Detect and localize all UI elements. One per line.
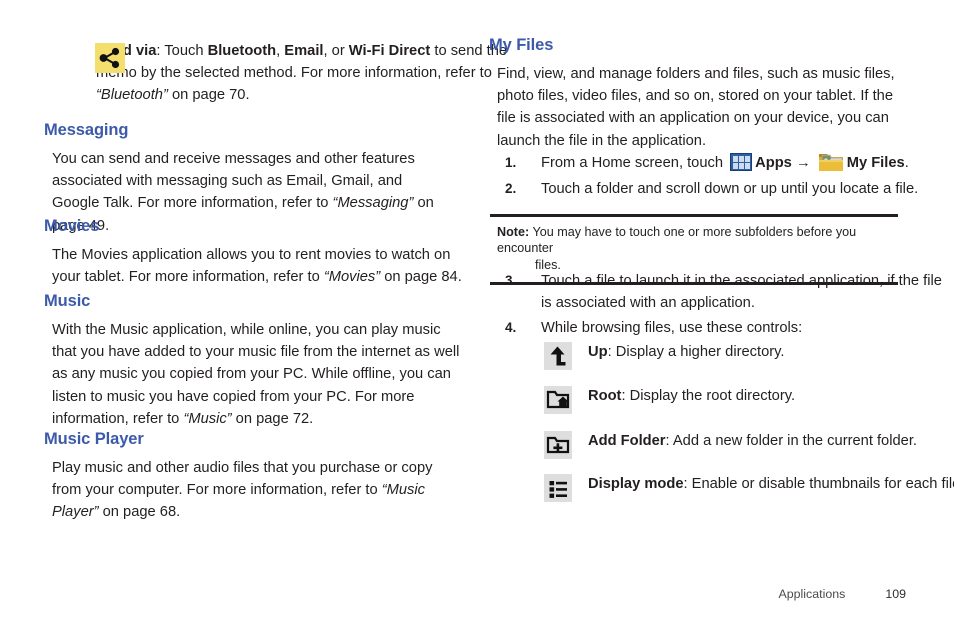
note-line-1: You may have to touch one or more subfol… <box>497 225 857 256</box>
step-3-text: Touch a file to launch it in the associa… <box>541 273 942 312</box>
control-row-display-mode: Display mode: Enable or disable thumbnai… <box>487 473 954 509</box>
control-add-folder-desc: : Add a new folder in the current folder… <box>665 433 917 449</box>
control-display-mode-desc: : Enable or disable thumbnails for each … <box>683 476 954 492</box>
apps-label: Apps <box>755 155 792 171</box>
send-via-t3: , or <box>323 43 349 59</box>
manual-page: Send via: Touch Bluetooth, Email, or Wi-… <box>0 0 954 636</box>
my-files-label: My Files <box>846 155 905 171</box>
paragraph-music-player: Play music and other audio files that yo… <box>42 457 448 524</box>
control-root-text: Root: Display the root directory. <box>588 388 795 404</box>
step-3: 3. Touch a file to launch it in the asso… <box>487 270 953 314</box>
control-add-folder-label: Add Folder <box>588 433 666 449</box>
footer-page-number: 109 <box>885 587 906 601</box>
note-label: Note: <box>497 225 530 239</box>
messaging-ref: “Messaging” <box>332 195 414 212</box>
movies-ref: “Movies” <box>323 269 381 286</box>
control-up-text: Up: Display a higher directory. <box>588 344 784 360</box>
control-row-add-folder: Add Folder: Add a new folder in the curr… <box>487 430 954 466</box>
control-add-folder-text: Add Folder: Add a new folder in the curr… <box>588 433 917 449</box>
paragraph-music: With the Music application, while online… <box>42 319 464 430</box>
send-via-b3: Wi-Fi Direct <box>348 43 431 59</box>
heading-movies: Movies <box>44 217 100 235</box>
music-text-after: on page 72. <box>231 410 314 427</box>
footer-section-label: Applications <box>778 587 846 601</box>
control-row-root: Root: Display the root directory. <box>487 385 954 421</box>
control-root-desc: : Display the root directory. <box>621 388 796 404</box>
send-via-b2: Email <box>284 43 324 59</box>
control-display-mode-text: Display mode: Enable or disable thumbnai… <box>588 476 954 492</box>
note-inner: Note: You may have to touch one or more … <box>490 224 898 273</box>
step-2-text: Touch a folder and scroll down or up unt… <box>541 181 919 197</box>
heading-music-player: Music Player <box>44 430 144 448</box>
heading-my-files: My Files <box>489 36 554 54</box>
send-via-t1: : Touch <box>156 43 208 59</box>
arrow-glyph: → <box>795 155 811 171</box>
share-icon-wrapper <box>95 43 125 73</box>
step-1-text: From a Home screen, touch Apps → My File… <box>541 152 909 172</box>
step-2-number: 2. <box>505 181 517 196</box>
send-via-t5: on page 70. <box>167 87 250 104</box>
step-4-text: While browsing files, use these controls… <box>541 320 803 336</box>
send-via-note: Send via: Touch Bluetooth, Email, or Wi-… <box>42 40 514 107</box>
music-player-text-before: Play music and other audio files that yo… <box>52 460 433 499</box>
folder-home-icon <box>544 386 572 414</box>
step-4: 4. While browsing files, use these contr… <box>487 317 953 339</box>
music-ref: “Music” <box>183 410 232 427</box>
paragraph-movies: The Movies application allows you to ren… <box>42 244 464 288</box>
control-root-label: Root <box>588 388 622 404</box>
step-4-number: 4. <box>505 320 517 335</box>
send-via-text: Send via: Touch Bluetooth, Email, or Wi-… <box>96 43 507 103</box>
heading-messaging: Messaging <box>44 121 129 139</box>
send-via-ref: “Bluetooth” <box>96 87 168 104</box>
step-3-number: 3. <box>505 273 517 288</box>
list-view-icon <box>544 474 572 502</box>
send-via-b1: Bluetooth <box>207 43 277 59</box>
paragraph-my-files-intro: Find, view, and manage folders and files… <box>497 66 895 149</box>
paragraph-messaging: You can send and receive messages and ot… <box>42 148 452 237</box>
step-1-number: 1. <box>505 155 517 170</box>
up-arrow-icon <box>544 342 572 370</box>
movies-text-after: on page 84. <box>380 269 462 286</box>
control-up-label: Up <box>588 344 608 360</box>
share-icon <box>95 43 125 73</box>
page-footer: Applications 109 <box>779 587 907 601</box>
step-1: 1. From a Home screen, touch Apps → My F… <box>487 152 954 174</box>
step-1-text-after: . <box>904 155 909 171</box>
folder-plus-icon <box>544 431 572 459</box>
my-files-folder-icon <box>818 152 844 172</box>
apps-grid-icon <box>730 153 753 171</box>
control-display-mode-label: Display mode <box>588 476 684 492</box>
control-row-up: Up: Display a higher directory. <box>487 341 954 377</box>
heading-music: Music <box>44 292 91 310</box>
music-player-text-after: on page 68. <box>98 504 181 521</box>
step-1-text-before: From a Home screen, touch <box>541 155 728 171</box>
step-2: 2. Touch a folder and scroll down or up … <box>487 178 954 200</box>
control-up-desc: : Display a higher directory. <box>607 344 785 360</box>
